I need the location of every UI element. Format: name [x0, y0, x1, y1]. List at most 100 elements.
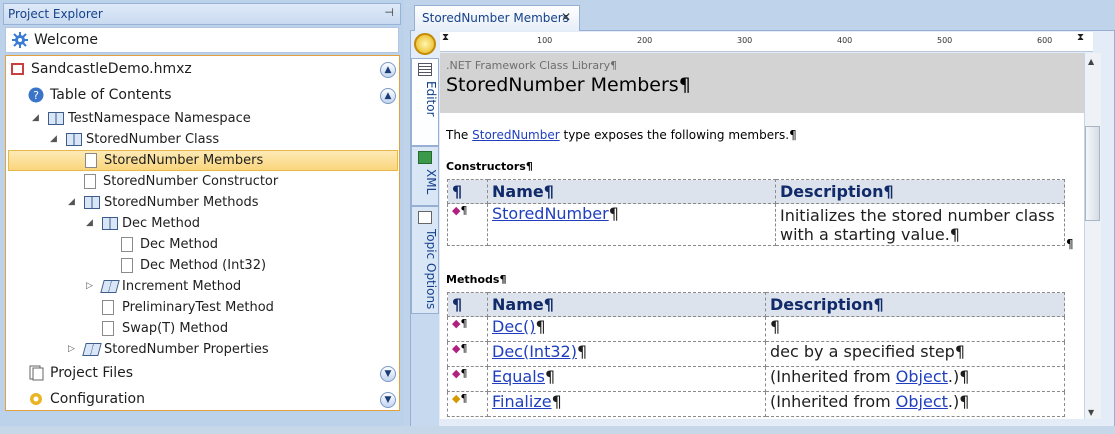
editor-icon [418, 63, 432, 76]
tree-item-label: StoredNumber Methods [104, 195, 259, 210]
topic-options-icon [418, 211, 432, 224]
left-indent-marker-icon[interactable]: ⧗ [442, 32, 449, 43]
table-row: ◆¶ StoredNumber¶ Initializes the stored … [447, 203, 1065, 246]
project-root[interactable]: SandcastleDemo.hmxz ▲ [6, 59, 399, 80]
chevron-up-icon[interactable]: ▲ [380, 62, 396, 78]
tree-item[interactable]: ◢ Dec Method [6, 213, 399, 234]
collapse-triangle-icon[interactable]: ◢ [86, 213, 93, 234]
tree-item[interactable]: ▷ Increment Method [6, 276, 399, 297]
chevron-down-icon[interactable]: ▼ [380, 366, 396, 382]
member-desc: (Inherited from Object.)¶ [765, 366, 1065, 392]
ruler[interactable]: ⧗ 100 200 300 400 500 600 ⧗ [440, 32, 1093, 52]
tree-item-label: TestNamespace Namespace [68, 111, 251, 126]
ruler-tick: 300 [737, 36, 753, 45]
scroll-down-icon[interactable]: ▼ [1088, 408, 1094, 417]
member-desc: dec by a specified step¶ [765, 341, 1065, 367]
tree-item[interactable]: StoredNumber Constructor [6, 171, 399, 192]
col-desc-header: Description¶ [775, 179, 1065, 204]
scrollbar-thumb[interactable] [1085, 126, 1100, 221]
bottom-border [0, 426, 1115, 434]
side-tabs: Editor XML Topic Options [411, 58, 439, 430]
page-icon [84, 174, 96, 189]
tree-item[interactable]: ◢ StoredNumber Methods [6, 192, 399, 213]
document-tab[interactable]: StoredNumber Members ✕ [414, 5, 580, 31]
close-icon[interactable]: ✕ [561, 10, 571, 24]
member-name-cell: Dec(Int32)¶ [487, 341, 766, 367]
book-icon [84, 196, 100, 209]
member-name-cell: Equals¶ [487, 366, 766, 392]
document-canvas[interactable]: .NET Framework Class Library¶ StoredNumb… [440, 53, 1084, 419]
page-icon [121, 237, 133, 252]
tree-item[interactable]: ◢ StoredNumber Class [6, 129, 399, 150]
constructors-heading: Constructors¶ [446, 160, 533, 173]
toc-label: Table of Contents [50, 87, 172, 103]
member-link[interactable]: Dec(Int32) [492, 342, 577, 361]
table-row: ◆¶ Dec()¶ ¶ [447, 316, 1065, 342]
member-desc: ¶ [765, 316, 1065, 342]
welcome-label: Welcome [34, 32, 99, 48]
tab-topic-options[interactable]: Topic Options [411, 206, 439, 314]
tree-item-selected[interactable]: StoredNumber Members [8, 150, 398, 171]
pane-title-label: Project Explorer [8, 7, 103, 21]
book-icon [66, 133, 82, 146]
method-icon: ◆¶ [447, 366, 488, 392]
project-explorer-title: Project Explorer ⊣ [3, 3, 401, 25]
tree-item[interactable]: Dec Method [6, 234, 399, 255]
project-files-section[interactable]: Project Files ▼ [6, 363, 399, 384]
method-icon: ◆¶ [447, 341, 488, 367]
toc-section[interactable]: ? Table of Contents ▲ [6, 85, 399, 106]
intro-link[interactable]: StoredNumber [472, 128, 560, 142]
member-name-cell: Finalize¶ [487, 391, 766, 417]
col-icon-header: ¶ [447, 179, 488, 204]
right-indent-marker-icon[interactable]: ⧗ [1077, 32, 1084, 43]
svg-text:?: ? [33, 89, 39, 102]
tab-label: StoredNumber Members [422, 11, 569, 25]
vertical-scrollbar[interactable] [1084, 53, 1101, 419]
tab-xml[interactable]: XML [411, 146, 439, 206]
tree-item[interactable]: ◢ TestNamespace Namespace [6, 108, 399, 129]
member-link[interactable]: Dec() [492, 317, 535, 336]
project-tree: SandcastleDemo.hmxz ▲ ? Table of Content… [5, 55, 400, 411]
member-link[interactable]: StoredNumber [492, 204, 609, 223]
method-icon: ◆¶ [447, 316, 488, 342]
tree-item-label: StoredNumber Properties [104, 342, 269, 357]
ruler-tick: 100 [537, 36, 553, 45]
files-icon [29, 365, 44, 381]
chevron-up-icon[interactable]: ▲ [380, 88, 396, 104]
tree-item[interactable]: ▷ StoredNumber Properties [6, 339, 399, 360]
doc-library-label: .NET Framework Class Library¶ [446, 59, 618, 72]
col-name-header: Name¶ [487, 179, 776, 204]
page-icon [121, 258, 133, 273]
book-icon [102, 217, 118, 230]
member-link[interactable]: Equals [492, 367, 545, 386]
expand-triangle-icon[interactable]: ▷ [68, 339, 75, 360]
object-link[interactable]: Object [896, 367, 948, 386]
welcome-item[interactable]: Welcome [5, 27, 399, 53]
project-name: SandcastleDemo.hmxz [31, 61, 192, 77]
pin-icon[interactable]: ⊣ [384, 6, 394, 19]
table-row: ◆¶ Dec(Int32)¶ dec by a specified step¶ [447, 341, 1065, 367]
chevron-down-icon[interactable]: ▼ [380, 392, 396, 408]
object-link[interactable]: Object [896, 392, 948, 411]
collapse-triangle-icon[interactable]: ◢ [68, 192, 75, 213]
configuration-section[interactable]: Configuration ▼ [6, 389, 399, 410]
tree-item-label: Swap(T) Method [122, 321, 229, 336]
tree-item-label: Increment Method [122, 279, 242, 294]
tree-item-label: PreliminaryTest Method [122, 300, 274, 315]
tree-item[interactable]: Dec Method (Int32) [6, 255, 399, 276]
tab-editor[interactable]: Editor [411, 58, 439, 146]
expand-triangle-icon[interactable]: ▷ [86, 276, 93, 297]
constructors-table: ¶ Name¶ Description¶ ◆¶ StoredNumber¶ In… [447, 179, 1065, 246]
intro-text: The [446, 128, 473, 142]
tree-item[interactable]: PreliminaryTest Method [6, 297, 399, 318]
settings-gear-icon[interactable] [414, 33, 436, 55]
col-desc-header: Description¶ [765, 292, 1065, 317]
scroll-up-icon[interactable]: ▲ [1088, 57, 1094, 66]
configuration-label: Configuration [50, 391, 145, 407]
ruler-tick: 200 [637, 36, 653, 45]
collapse-triangle-icon[interactable]: ◢ [50, 129, 57, 150]
protected-method-icon: ◆¶ [447, 391, 488, 417]
collapse-triangle-icon[interactable]: ◢ [32, 108, 39, 129]
tree-item[interactable]: Swap(T) Method [6, 318, 399, 339]
member-link[interactable]: Finalize [492, 392, 552, 411]
